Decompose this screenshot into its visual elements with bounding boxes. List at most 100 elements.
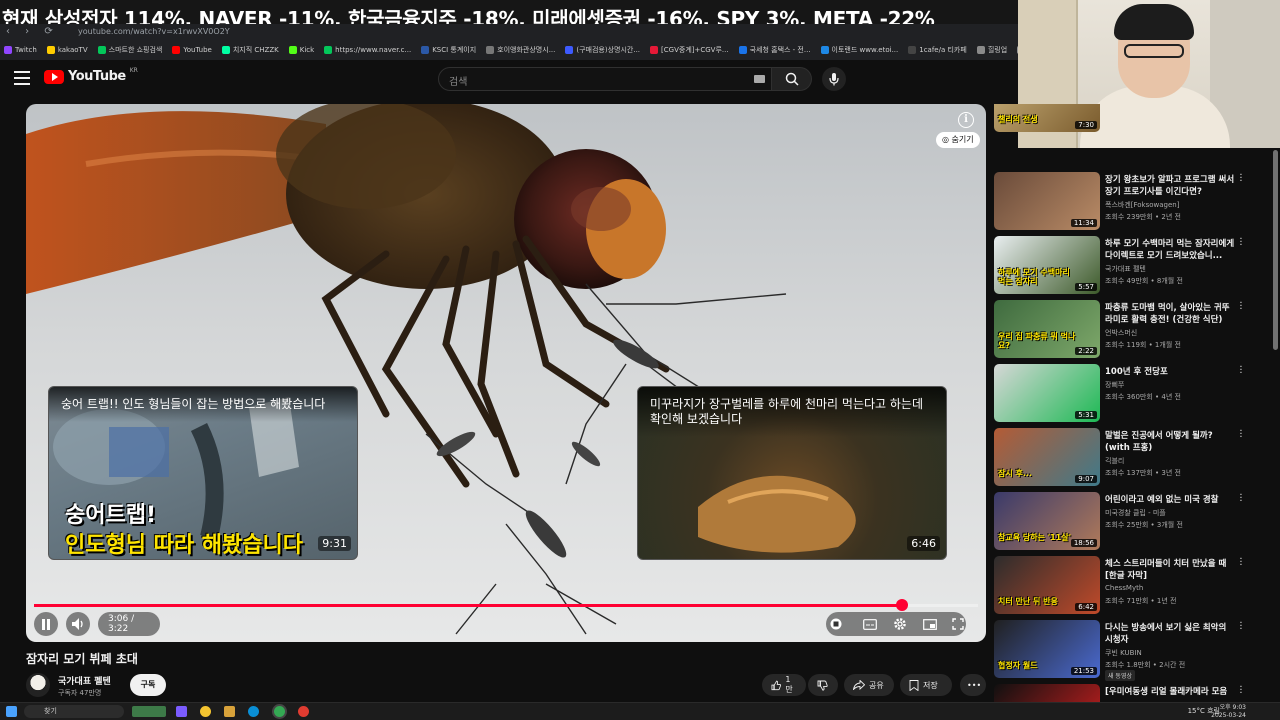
dislike-button[interactable] [808, 674, 838, 696]
recommendation-thumbnail[interactable]: 참교육 당하는 '11살' 18:56 [994, 492, 1100, 550]
recommendation-item[interactable]: 몰래카메라 [우미여동생 리얼 몰래카메라 모음··· [994, 683, 1280, 704]
recommendation-item[interactable]: 챌리의 전생 7:30 [994, 104, 1280, 132]
share-button[interactable]: 공유 [844, 674, 894, 696]
endscreen-video-card-2[interactable]: 미꾸라지가 장구벌레를 하루에 천마리 먹는다고 하는데 확인해 보겠습니다 6… [637, 386, 947, 560]
more-vertical-icon[interactable]: · · · [1238, 491, 1244, 507]
recommendation-item[interactable]: 치터 만난 뒤 반응 6:42 체스 스트리머들이 치터 만났을 때 [한글 자막]… [994, 555, 1280, 614]
youtube-logo[interactable]: YouTube KR [44, 67, 138, 84]
windows-start-icon[interactable] [6, 706, 17, 717]
recommendation-title[interactable]: 어린이라고 예외 없는 미국 경찰 [1105, 494, 1235, 506]
search-input[interactable]: 검색 [438, 67, 772, 91]
mute-button[interactable] [66, 612, 90, 636]
recommendation-title[interactable]: 파충류 도마뱀 먹이, 살아있는 귀뚜라미로 활력 충전! (건강한 식단) [1105, 302, 1235, 326]
more-vertical-icon[interactable]: · · · [1238, 555, 1244, 571]
recommendation-item[interactable]: 11:34 장기 왕초보가 알파고 프로그램 써서 장기 프로기사를 이긴다면? 폭… [994, 171, 1280, 230]
bookmark-item[interactable]: 스마트한 쇼핑검색 [97, 45, 162, 55]
recommendation-channel[interactable]: 미국경찰 클립 - 미플 [1105, 508, 1166, 518]
recommendation-title[interactable]: 장기 왕초보가 알파고 프로그램 써서 장기 프로기사를 이긴다면? [1105, 174, 1235, 198]
address-bar[interactable]: ‹ › ⟳ youtube.com/watch?v=x1rwvXV0O2Y [0, 24, 1018, 40]
recommendation-item[interactable]: 협정자 월드 21:53 다시는 방송에서 보기 싫은 최악의 시청자쿠빈 KUBI… [994, 619, 1280, 681]
progress-scrubber-handle[interactable] [895, 599, 908, 611]
video-player[interactable]: i ◎ 숨기기 숭어 트랩!! 인도 형님들이 잡는 방법으로 해봤습니다 숭어… [26, 104, 986, 642]
keyboard-icon[interactable] [754, 75, 765, 83]
autoplay-toggle[interactable] [828, 616, 844, 632]
bookmark-item[interactable]: Kick [288, 46, 314, 54]
page-scrollbar[interactable] [1273, 150, 1278, 350]
file-explorer-icon[interactable] [224, 706, 235, 717]
recommendation-channel[interactable]: 쿠빈 KUBIN [1105, 648, 1142, 658]
pause-button[interactable] [34, 612, 58, 636]
save-button[interactable]: 저장 [900, 674, 952, 696]
miniplayer-button[interactable] [922, 616, 938, 632]
url-text[interactable]: youtube.com/watch?v=x1rwvXV0O2Y [78, 27, 230, 36]
recommendation-thumbnail[interactable]: 치터 만난 뒤 반응 6:42 [994, 556, 1100, 614]
more-vertical-icon[interactable]: · · · [1238, 363, 1244, 379]
bookmark-item[interactable]: [CGV중계]+CGV루... [650, 45, 729, 55]
taskbar-app-icon[interactable] [176, 706, 187, 717]
recommendation-title[interactable]: 하루 모기 수백마리 먹는 잠자리에게 다이렉트로 모기 드려보았습니... [1105, 238, 1235, 262]
edge-browser-icon[interactable] [248, 706, 259, 717]
voice-search-button[interactable] [822, 67, 846, 91]
bookmark-item[interactable]: 국세청 홈택스 - 전... [738, 45, 811, 55]
endscreen-video-card-1[interactable]: 숭어 트랩!! 인도 형님들이 잡는 방법으로 해봤습니다 숭어트랩! 인도형님… [48, 386, 358, 560]
bookmark-item[interactable]: kakaoTV [46, 46, 88, 54]
bookmark-item[interactable]: 힐링업 [976, 45, 1007, 55]
channel-avatar[interactable] [26, 673, 50, 697]
nav-buttons[interactable]: ‹ › ⟳ [6, 26, 59, 37]
recommendation-title[interactable]: 100년 후 전당포 [1105, 366, 1235, 378]
recommendation-title[interactable]: 말벌은 진공에서 어떻게 될까? (with 프홍) [1105, 430, 1235, 454]
recorder-app-icon[interactable] [298, 706, 309, 717]
recommendation-title[interactable]: [우미여동생 리얼 몰래카메라 모음 [1105, 686, 1235, 698]
system-clock[interactable]: 오후 9:03 2025-03-24 [1211, 704, 1246, 720]
more-actions-button[interactable]: ••• [960, 674, 986, 696]
subscribe-button[interactable]: 구독 [130, 674, 166, 696]
like-button[interactable]: 1만 [762, 674, 806, 696]
recommendation-title[interactable]: 다시는 방송에서 보기 싫은 최악의 시청자 [1105, 622, 1235, 646]
recommendation-thumbnail[interactable]: 챌리의 전생 7:30 [994, 104, 1100, 132]
recommendation-channel[interactable]: 언박스머신 [1105, 328, 1137, 338]
recommendation-thumbnail[interactable]: 하루에 모기 수백마리 먹는 잠자리 5:57 [994, 236, 1100, 294]
recommendation-thumbnail[interactable]: 잠시 후... 9:07 [994, 428, 1100, 486]
taskbar-app-icon[interactable] [200, 706, 211, 717]
recommendation-thumbnail[interactable]: 협정자 월드 21:53 [994, 620, 1100, 678]
bookmark-item[interactable]: 1cafe/a 티카페 [908, 45, 967, 55]
hamburger-menu-icon[interactable] [14, 71, 30, 85]
recommendation-thumbnail[interactable]: 11:34 [994, 172, 1100, 230]
bookmark-item[interactable]: 이토랜드 www.etoi... [820, 45, 898, 55]
channel-name[interactable]: 국가대표 펠텐 [58, 674, 111, 687]
recommendation-channel[interactable]: 국가대표 펠텐 [1105, 264, 1146, 274]
recommendation-channel[interactable]: 폭스바겐[Foksowagen] [1105, 200, 1179, 210]
recommendation-title[interactable]: 체스 스트리머들이 치터 만났을 때 [한글 자막] [1105, 558, 1235, 582]
chrome-browser-icon[interactable] [274, 706, 285, 717]
recommendation-item[interactable]: 잠시 후... 9:07 말벌은 진공에서 어떻게 될까? (with 프홍) 긱블리… [994, 427, 1280, 486]
bookmark-item[interactable]: https://www.naver.c... [324, 46, 411, 54]
bookmark-item[interactable]: KSCI 통계이지 [421, 45, 476, 55]
recommendation-item[interactable]: 하루에 모기 수백마리 먹는 잠자리 5:57 하루 모기 수백마리 먹는 잠자리에… [994, 235, 1280, 294]
info-icon[interactable]: i [958, 112, 974, 128]
bookmark-item[interactable]: 호이앵화관상명시... [486, 45, 555, 55]
more-vertical-icon[interactable]: · · · [1238, 299, 1244, 315]
more-vertical-icon[interactable]: · · · [1238, 235, 1244, 251]
recommendation-item[interactable]: 5:31 100년 후 전당포 장삐쭈 조회수 360만회 • 4년 전 · · · [994, 363, 1280, 422]
recommendation-item[interactable]: 참교육 당하는 '11살' 18:56 어린이라고 예외 없는 미국 경찰미국경찰 … [994, 491, 1280, 550]
bookmark-item[interactable]: Twitch [4, 46, 37, 54]
fullscreen-button[interactable] [950, 616, 966, 632]
settings-button[interactable] [892, 616, 908, 632]
recommendation-thumbnail[interactable]: 우리 집 파충류 뭐 먹나요? 2:22 [994, 300, 1100, 358]
taskbar-widget-icon[interactable] [132, 706, 166, 717]
recommendation-thumbnail[interactable]: 몰래카메라 [994, 684, 1100, 704]
recommendation-thumbnail[interactable]: 5:31 [994, 364, 1100, 422]
recommendation-channel[interactable]: 긱블리 [1105, 456, 1124, 466]
subtitles-button[interactable] [862, 616, 878, 632]
bookmark-item[interactable]: YouTube [172, 46, 212, 54]
more-vertical-icon[interactable]: · · · [1238, 427, 1244, 443]
recommendation-channel[interactable]: ChessMyth [1105, 584, 1143, 592]
recommendation-item[interactable]: 우리 집 파충류 뭐 먹나요? 2:22 파충류 도마뱀 먹이, 살아있는 귀뚜라미… [994, 299, 1280, 358]
more-vertical-icon[interactable]: · · · [1238, 171, 1244, 187]
search-button[interactable] [772, 67, 812, 91]
bookmark-item[interactable]: 치지직 CHZZK [221, 45, 279, 55]
recommendation-channel[interactable]: 장삐쭈 [1105, 380, 1124, 390]
hide-endcards-button[interactable]: ◎ 숨기기 [936, 132, 980, 148]
more-vertical-icon[interactable]: · · · [1238, 683, 1244, 699]
bookmark-item[interactable]: (구매검용)상명시간... [565, 45, 640, 55]
